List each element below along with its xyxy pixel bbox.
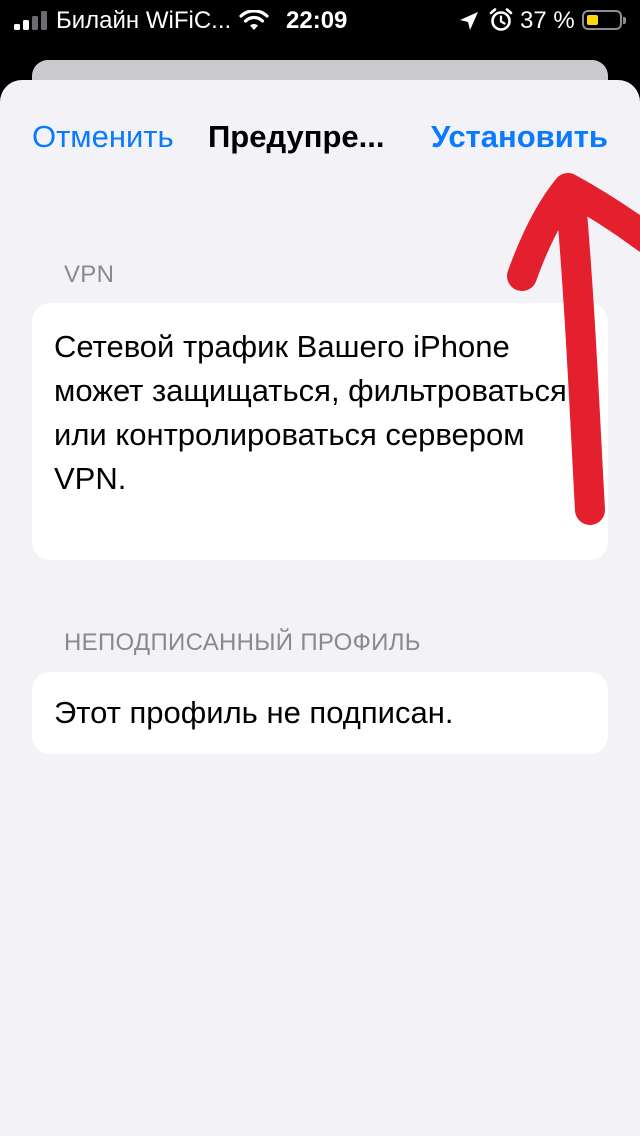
section-header-vpn: VPN xyxy=(64,261,115,288)
install-button[interactable]: Установить xyxy=(431,118,608,156)
battery-icon xyxy=(582,10,626,30)
unsigned-profile-text: Этот профиль не подписан. xyxy=(54,695,454,730)
profile-warning-sheet: Отменить Предупре... Установить VPN Сете… xyxy=(0,80,640,1136)
carrier-name: Билайн WiFiC... xyxy=(56,7,232,34)
signal-icon xyxy=(14,10,48,30)
status-bar: Билайн WiFiC... 22:09 37 % xyxy=(0,0,640,42)
alarm-icon xyxy=(489,8,513,31)
wifi-icon xyxy=(239,10,269,30)
location-icon xyxy=(460,12,478,30)
sheet-title: Предупре... xyxy=(208,119,385,154)
section-header-unsigned: НЕПОДПИСАННЫЙ ПРОФИЛЬ xyxy=(64,629,421,656)
battery-percent: 37 % xyxy=(520,7,575,34)
cancel-button[interactable]: Отменить xyxy=(32,118,174,156)
battery-fill xyxy=(587,15,598,25)
status-time: 22:09 xyxy=(286,7,348,34)
vpn-info-text: Сетевой трафик Вашего iPhone может защищ… xyxy=(54,329,567,496)
vpn-info-card: Сетевой трафик Вашего iPhone может защищ… xyxy=(32,303,608,560)
unsigned-profile-card: Этот профиль не подписан. xyxy=(32,672,608,754)
